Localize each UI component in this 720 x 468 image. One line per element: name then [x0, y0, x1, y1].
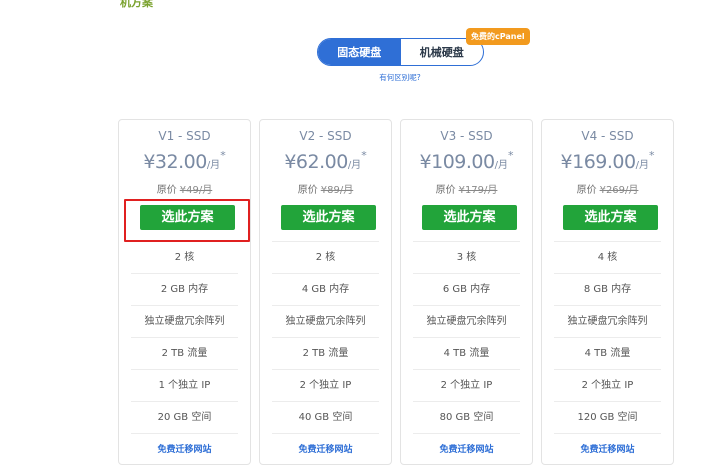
feature-traffic: 4 TB 流量: [413, 338, 520, 370]
free-migration-link[interactable]: 免费迁移网站: [131, 434, 238, 466]
price-unit: /月: [635, 160, 649, 171]
feature-storage: 80 GB 空间: [413, 402, 520, 434]
price-star: *: [648, 149, 655, 162]
feature-cores: 2 核: [131, 242, 238, 274]
feature-traffic: 4 TB 流量: [554, 338, 661, 370]
price-currency: ¥: [284, 151, 296, 173]
price-amount: 32.00: [154, 151, 207, 173]
plan-card-v2: V2 - SSD ¥62.00/月* 原价 ¥89/月 选此方案 2 核 4 GB…: [259, 119, 392, 465]
original-price-value: ¥89/月: [320, 185, 354, 196]
feature-raid: 独立硬盘冗余阵列: [272, 306, 379, 338]
feature-cores: 3 核: [413, 242, 520, 274]
select-plan-button[interactable]: 选此方案: [140, 205, 235, 230]
plan-card-v4: V4 - SSD ¥169.00/月* 原价 ¥269/月 选此方案 4 核 8 …: [541, 119, 674, 465]
price-unit: /月: [347, 160, 362, 171]
original-price-label: 原价: [576, 185, 597, 196]
original-price: 原价 ¥269/月: [542, 181, 673, 196]
free-cpanel-badge: 免费的cPanel: [466, 28, 530, 45]
original-price-value: ¥269/月: [599, 185, 639, 196]
plan-price: ¥62.00/月*: [260, 149, 391, 173]
original-price: 原价 ¥89/月: [260, 181, 391, 196]
price-amount: 169.00: [572, 151, 636, 173]
plan-card-v3: V3 - SSD ¥109.00/月* 原价 ¥179/月 选此方案 3 核 6 …: [400, 119, 533, 465]
feature-traffic: 2 TB 流量: [272, 338, 379, 370]
price-currency: ¥: [560, 151, 573, 173]
original-price: 原价 ¥179/月: [401, 181, 532, 196]
original-price: 原价 ¥49/月: [119, 181, 250, 196]
select-plan-button[interactable]: 选此方案: [563, 205, 658, 230]
difference-link[interactable]: 有何区别呢?: [340, 72, 460, 83]
price-amount: 109.00: [431, 151, 495, 173]
feature-memory: 2 GB 内存: [131, 274, 238, 306]
free-migration-link[interactable]: 免费迁移网站: [272, 434, 379, 466]
price-star: *: [361, 149, 367, 162]
original-price-label: 原价: [435, 185, 456, 196]
price-unit: /月: [206, 160, 221, 171]
price-amount: 62.00: [295, 151, 348, 173]
feature-ip: 2 个独立 IP: [413, 370, 520, 402]
feature-memory: 6 GB 内存: [413, 274, 520, 306]
feature-storage: 120 GB 空间: [554, 402, 661, 434]
original-price-label: 原价: [297, 185, 318, 196]
plan-name: V3 - SSD: [440, 129, 493, 143]
page-title: 机方案: [120, 0, 153, 9]
feature-cores: 2 核: [272, 242, 379, 274]
price-star: *: [507, 149, 514, 162]
feature-memory: 4 GB 内存: [272, 274, 379, 306]
feature-cores: 4 核: [554, 242, 661, 274]
original-price-value: ¥49/月: [179, 185, 213, 196]
feature-storage: 20 GB 空间: [131, 402, 238, 434]
feature-ip: 2 个独立 IP: [272, 370, 379, 402]
plan-card-v1: V1 - SSD ¥32.00/月* 原价 ¥49/月 选此方案 2 核 2 GB…: [118, 119, 251, 465]
price-unit: /月: [494, 160, 508, 171]
plan-price: ¥169.00/月*: [542, 149, 673, 173]
feature-traffic: 2 TB 流量: [131, 338, 238, 370]
original-price-label: 原价: [156, 185, 177, 196]
feature-raid: 独立硬盘冗余阵列: [413, 306, 520, 338]
price-star: *: [220, 149, 226, 162]
feature-storage: 40 GB 空间: [272, 402, 379, 434]
original-price-value: ¥179/月: [458, 185, 498, 196]
plan-price: ¥109.00/月*: [401, 149, 532, 173]
plan-price: ¥32.00/月*: [119, 149, 250, 173]
disk-type-toggle[interactable]: 固态硬盘 机械硬盘: [317, 38, 484, 66]
plan-name: V2 - SSD: [299, 129, 352, 143]
tab-ssd[interactable]: 固态硬盘: [318, 39, 401, 65]
plan-name: V1 - SSD: [158, 129, 211, 143]
free-migration-link[interactable]: 免费迁移网站: [554, 434, 661, 466]
select-plan-button[interactable]: 选此方案: [281, 205, 376, 230]
select-plan-button[interactable]: 选此方案: [422, 205, 517, 230]
feature-raid: 独立硬盘冗余阵列: [131, 306, 238, 338]
plan-name: V4 - SSD: [581, 129, 634, 143]
free-migration-link[interactable]: 免费迁移网站: [413, 434, 520, 466]
feature-ip: 1 个独立 IP: [131, 370, 238, 402]
price-currency: ¥: [143, 151, 155, 173]
price-currency: ¥: [419, 151, 432, 173]
feature-raid: 独立硬盘冗余阵列: [554, 306, 661, 338]
feature-memory: 8 GB 内存: [554, 274, 661, 306]
feature-ip: 2 个独立 IP: [554, 370, 661, 402]
